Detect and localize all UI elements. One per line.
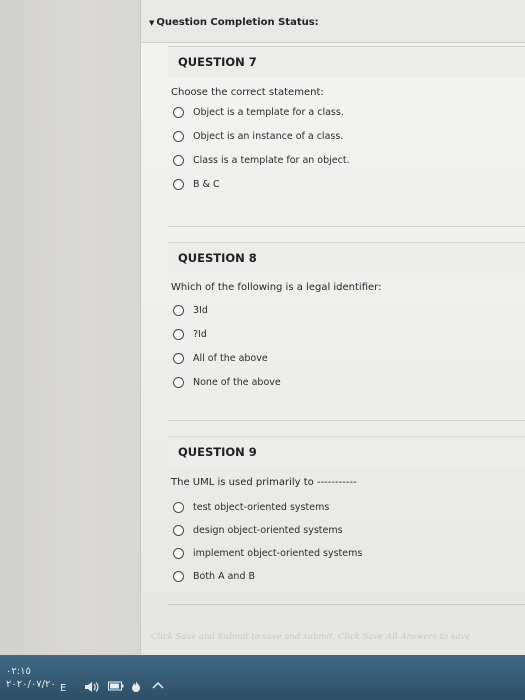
radio-button[interactable] [173,524,184,536]
question-7-header: QUESTION 7 [168,46,525,77]
radio-button[interactable] [173,501,184,513]
left-margin [0,0,140,700]
radio-button[interactable] [173,328,184,340]
radio-button[interactable] [173,178,184,190]
taskbar-clock[interactable]: ٠٢:١٥ ٢٠٢٠/٠٧/٢٠ [6,665,56,691]
question-8-option-d[interactable]: None of the above [173,374,281,390]
question-7-title: QUESTION 7 [178,55,257,69]
clock-date: ٢٠٢٠/٠٧/٢٠ [6,679,56,690]
question-9-text: The UML is used primarily to ----------- [171,477,357,488]
question-9-option-a[interactable]: test object-oriented systems [173,499,329,515]
question-7-text: Choose the correct statement: [171,87,324,98]
question-8-option-a[interactable]: 3Id [173,302,208,318]
save-submit-instructions: Click Save and Submit to save and submit… [151,632,471,642]
question-7-option-a[interactable]: Object is a template for a class. [173,104,344,120]
question-7-option-c[interactable]: Class is a template for an object. [173,152,350,168]
language-indicator[interactable]: E [60,683,66,694]
status-bar: ▼ Question Completion Status: [141,0,525,43]
divider [168,420,525,421]
question-7-option-b[interactable]: Object is an instance of a class. [173,128,343,144]
question-9-option-c[interactable]: implement object-oriented systems [173,545,362,561]
question-9-option-d[interactable]: Both A and B [173,568,255,584]
content-pane: ▼ Question Completion Status: QUESTION 7 … [140,0,525,655]
radio-button[interactable] [173,547,184,559]
radio-button[interactable] [173,130,184,142]
divider [168,604,525,605]
question-8-option-b[interactable]: ?Id [173,326,207,342]
speaker-icon[interactable] [84,681,100,696]
question-completion-status[interactable]: ▼ Question Completion Status: [149,17,319,28]
clock-time: ٠٢:١٥ [6,666,31,677]
battery-icon[interactable] [108,681,124,694]
fire-icon[interactable] [130,681,142,696]
radio-button[interactable] [173,376,184,388]
question-9-title: QUESTION 9 [178,445,257,459]
radio-button[interactable] [173,106,184,118]
divider [168,226,525,227]
radio-button[interactable] [173,154,184,166]
radio-button[interactable] [173,304,184,316]
radio-button[interactable] [173,352,184,364]
question-8-header: QUESTION 8 [168,242,525,273]
question-8-text: Which of the following is a legal identi… [171,282,382,293]
chevron-up-icon[interactable] [152,681,164,692]
radio-button[interactable] [173,570,184,582]
collapse-triangle-icon: ▼ [149,19,155,27]
question-9-option-b[interactable]: design object-oriented systems [173,522,343,538]
question-9-header: QUESTION 9 [168,436,525,467]
question-7-option-d[interactable]: B & C [173,176,220,192]
question-8-title: QUESTION 8 [178,251,257,265]
question-8-option-c[interactable]: All of the above [173,350,268,366]
taskbar: ٠٢:١٥ ٢٠٢٠/٠٧/٢٠ E [0,655,525,700]
